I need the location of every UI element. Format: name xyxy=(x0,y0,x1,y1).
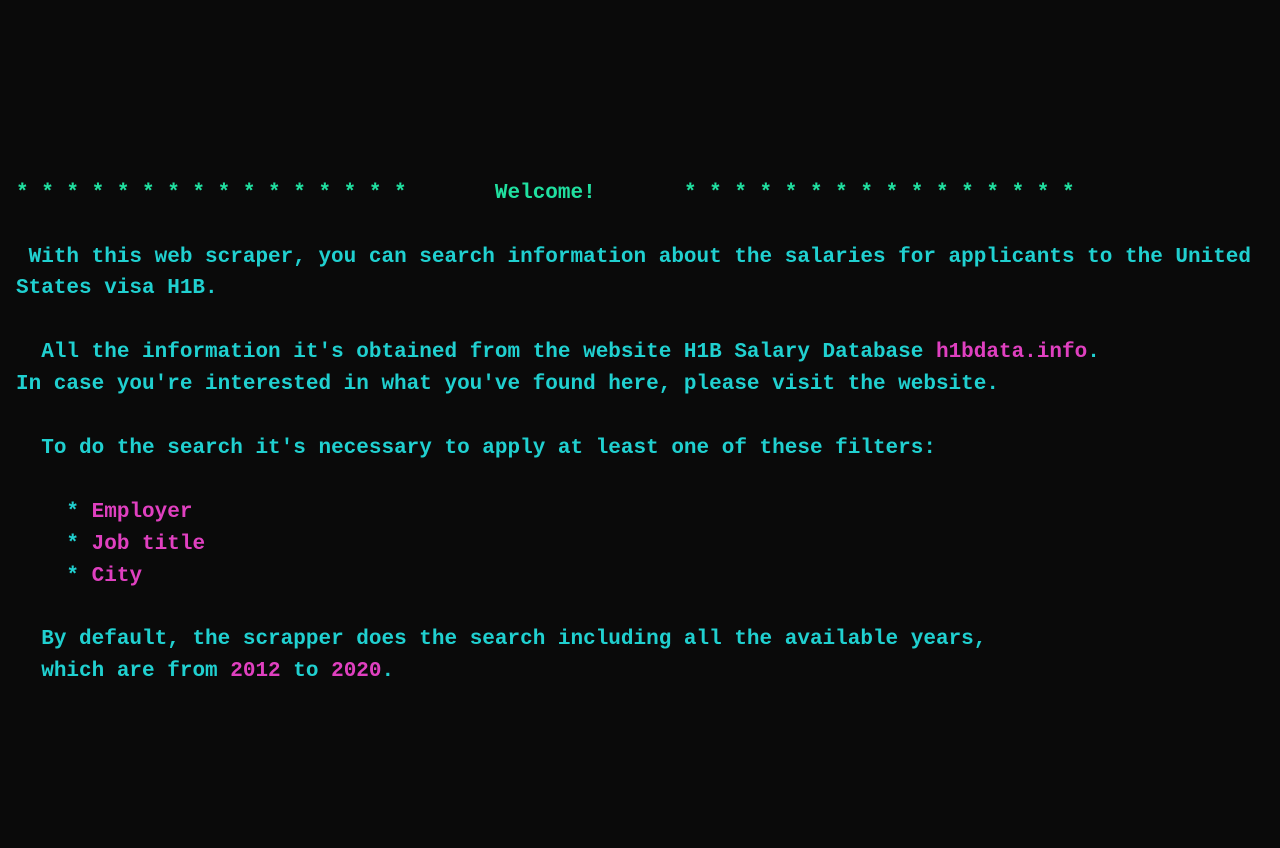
filter-item-job-title: * Job title xyxy=(16,529,1280,561)
blank-line xyxy=(16,305,1280,337)
bullet: * xyxy=(16,501,92,524)
source-prefix: All the information it's obtained from t… xyxy=(16,341,936,364)
year-start: 2012 xyxy=(230,660,280,683)
visit-line: In case you're interested in what you've… xyxy=(16,369,1280,401)
filter-label: City xyxy=(92,565,142,588)
blank-line xyxy=(16,593,1280,625)
header-stars-left: * * * * * * * * * * * * * * * * xyxy=(16,182,407,205)
source-suffix: . xyxy=(1087,341,1100,364)
default-prefix: which are from xyxy=(16,660,230,683)
source-line: All the information it's obtained from t… xyxy=(16,337,1280,369)
year-end: 2020 xyxy=(331,660,381,683)
default-line-2: which are from 2012 to 2020. xyxy=(16,656,1280,688)
intro-text: With this web scraper, you can search in… xyxy=(16,242,1280,306)
header-line: * * * * * * * * * * * * * * * * Welcome!… xyxy=(16,178,1280,210)
filter-label: Employer xyxy=(92,501,193,524)
blank-line xyxy=(16,465,1280,497)
blank-line xyxy=(16,401,1280,433)
header-title: Welcome! xyxy=(495,182,596,205)
filter-item-city: * City xyxy=(16,561,1280,593)
filters-intro: To do the search it's necessary to apply… xyxy=(16,433,1280,465)
filter-label: Job title xyxy=(92,533,205,556)
terminal-output: * * * * * * * * * * * * * * * * Welcome!… xyxy=(16,178,1280,689)
filter-item-employer: * Employer xyxy=(16,497,1280,529)
bullet: * xyxy=(16,565,92,588)
default-mid: to xyxy=(281,660,331,683)
source-url: h1bdata.info xyxy=(936,341,1087,364)
default-line-1: By default, the scrapper does the search… xyxy=(16,624,1280,656)
bullet: * xyxy=(16,533,92,556)
default-suffix: . xyxy=(382,660,395,683)
header-stars-right: * * * * * * * * * * * * * * * * xyxy=(684,182,1075,205)
